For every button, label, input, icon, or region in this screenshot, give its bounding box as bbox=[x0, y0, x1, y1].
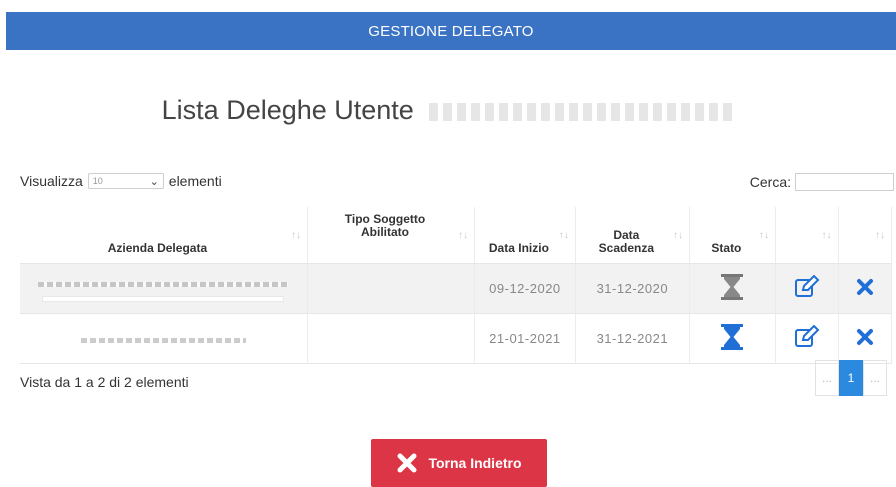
cell-data-scadenza: 31-12-2020 bbox=[575, 263, 690, 314]
col-tipo[interactable]: Tipo Soggetto Abilitato ↑↓ bbox=[307, 207, 476, 264]
col-data-scadenza-label: Data Scadenza bbox=[598, 228, 654, 255]
length-menu: Visualizza 10 ⌄ elementi bbox=[20, 173, 222, 189]
pagination: ... 1 ... bbox=[815, 360, 887, 396]
back-button-label: Torna Indietro bbox=[428, 455, 522, 471]
search-label: Cerca: bbox=[749, 174, 791, 190]
cell-data-scadenza: 31-12-2021 bbox=[575, 313, 690, 364]
col-azienda[interactable]: Azienda Delegata ↑↓ bbox=[20, 207, 308, 264]
sort-icon: ↑↓ bbox=[558, 230, 569, 241]
cell-stato bbox=[689, 263, 776, 314]
redacted-company bbox=[38, 282, 289, 287]
delegations-table: Azienda Delegata ↑↓ Tipo Soggetto Abilita… bbox=[20, 207, 893, 364]
edit-icon[interactable] bbox=[794, 274, 820, 299]
sort-icon: ↑↓ bbox=[875, 230, 885, 241]
sort-icon: ↑↓ bbox=[458, 230, 469, 241]
length-prefix: Visualizza bbox=[20, 173, 83, 189]
col-stato-label: Stato bbox=[711, 241, 742, 255]
delete-icon[interactable] bbox=[856, 328, 874, 346]
header-title: GESTIONE DELEGATO bbox=[368, 22, 534, 40]
length-selected: 10 bbox=[92, 176, 103, 186]
pagination-current[interactable]: 1 bbox=[839, 360, 863, 396]
app-header: GESTIONE DELEGATO bbox=[6, 12, 896, 50]
sort-icon: ↑↓ bbox=[758, 230, 769, 241]
edit-icon[interactable] bbox=[794, 324, 820, 349]
expired-hourglass-icon bbox=[721, 274, 744, 300]
col-edit[interactable]: ↑↓ bbox=[775, 207, 839, 264]
chevron-down-icon: ⌄ bbox=[149, 175, 159, 188]
search-bar: Cerca: bbox=[750, 173, 894, 191]
search-input[interactable] bbox=[795, 173, 894, 191]
cell-edit bbox=[775, 313, 839, 364]
col-stato[interactable]: Stato ↑↓ bbox=[689, 207, 776, 264]
active-hourglass-icon bbox=[721, 324, 744, 350]
table-row: 21-01-2021 31-12-2021 bbox=[20, 313, 893, 364]
length-select[interactable]: 10 ⌄ bbox=[87, 173, 164, 189]
sort-icon: ↑↓ bbox=[290, 230, 301, 241]
page-title: Lista Deleghe Utente bbox=[0, 95, 896, 126]
cell-data-inizio: 21-01-2021 bbox=[474, 313, 576, 364]
cell-delete bbox=[838, 313, 893, 364]
col-delete[interactable]: ↑↓ bbox=[838, 207, 893, 264]
delete-icon[interactable] bbox=[856, 278, 874, 296]
cell-edit bbox=[775, 263, 839, 314]
cell-stato bbox=[689, 313, 776, 364]
cell-azienda bbox=[20, 313, 308, 364]
cell-delete bbox=[838, 263, 893, 314]
col-azienda-label: Azienda Delegata bbox=[107, 241, 208, 255]
page-title-text: Lista Deleghe Utente bbox=[161, 95, 414, 125]
col-data-scadenza[interactable]: Data Scadenza ↑↓ bbox=[575, 207, 690, 264]
redacted-company bbox=[80, 338, 246, 343]
cell-tipo bbox=[307, 313, 476, 364]
close-icon bbox=[397, 453, 417, 473]
table-info: Vista da 1 a 2 di 2 elementi bbox=[20, 374, 189, 390]
cell-data-inizio: 09-12-2020 bbox=[474, 263, 576, 314]
back-button[interactable]: Torna Indietro bbox=[371, 439, 547, 487]
pagination-next[interactable]: ... bbox=[863, 360, 887, 396]
pagination-prev[interactable]: ... bbox=[815, 360, 839, 396]
redacted-company-line bbox=[42, 296, 285, 302]
col-data-inizio-label: Data Inizio bbox=[488, 241, 549, 255]
table-row: 09-12-2020 31-12-2020 bbox=[20, 263, 893, 314]
redacted-user-code bbox=[429, 102, 735, 121]
sort-icon: ↑↓ bbox=[821, 230, 832, 241]
col-tipo-label: Tipo Soggetto Abilitato bbox=[344, 212, 426, 239]
cell-tipo bbox=[307, 263, 476, 314]
col-data-inizio[interactable]: Data Inizio ↑↓ bbox=[474, 207, 576, 264]
length-suffix: elementi bbox=[168, 173, 222, 189]
sort-icon: ↑↓ bbox=[672, 230, 683, 241]
cell-azienda bbox=[20, 263, 308, 314]
